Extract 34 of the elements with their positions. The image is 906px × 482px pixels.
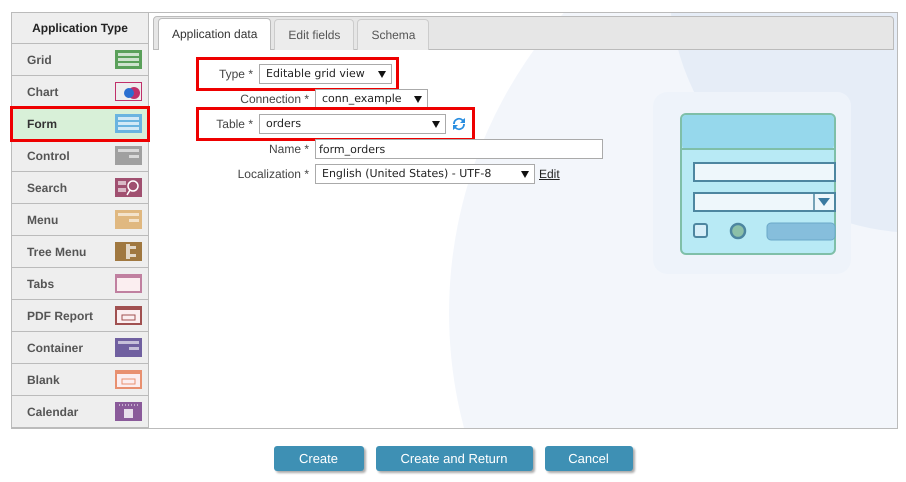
text-field[interactable]: form_orders	[315, 139, 603, 159]
edit-link[interactable]: Edit	[539, 165, 560, 183]
dropdown-field[interactable]: English (United States) - UTF-8	[315, 164, 535, 184]
tab[interactable]: Application data	[158, 18, 272, 50]
field-label: Connection *	[239, 91, 310, 108]
field-label: Type *	[218, 66, 254, 83]
sidebar-title: Application Type	[12, 13, 148, 44]
caret-icon	[414, 96, 422, 102]
dropdown-field[interactable]: orders	[259, 114, 446, 134]
sidebar-item[interactable]: PDF Report	[12, 300, 148, 332]
caret-icon	[432, 120, 440, 128]
sidebar-item[interactable]: Calendar	[12, 396, 148, 428]
sidebar-item[interactable]: Grid	[12, 44, 148, 76]
field-label: Table *	[215, 116, 254, 133]
sidebar-item[interactable]: Tree Menu	[12, 236, 148, 268]
action-button[interactable]: Cancel	[544, 446, 632, 471]
sidebar-item[interactable]: Tabs	[12, 268, 148, 300]
refresh-icon[interactable]	[450, 115, 468, 133]
dropdown-field[interactable]: Editable grid view	[259, 64, 392, 84]
sidebar-item[interactable]: Form	[12, 108, 148, 140]
field-label: Name *	[268, 141, 310, 158]
sidebar-item[interactable]: Menu	[12, 204, 148, 236]
sidebar-item[interactable]: Control	[12, 140, 148, 172]
field-label: Localization *	[236, 166, 310, 183]
tab[interactable]: Edit fields	[274, 19, 354, 50]
caret-icon	[521, 170, 529, 178]
sidebar-item[interactable]: Search	[12, 172, 148, 204]
tab[interactable]: Schema	[357, 19, 430, 50]
caret-icon	[378, 70, 386, 78]
action-button[interactable]: Create and Return	[376, 446, 532, 471]
sidebar-item[interactable]: Container	[12, 332, 148, 364]
dropdown-field[interactable]: conn_example	[315, 89, 428, 109]
sidebar-item[interactable]: Blank	[12, 364, 148, 396]
action-button[interactable]: Create	[274, 446, 364, 471]
